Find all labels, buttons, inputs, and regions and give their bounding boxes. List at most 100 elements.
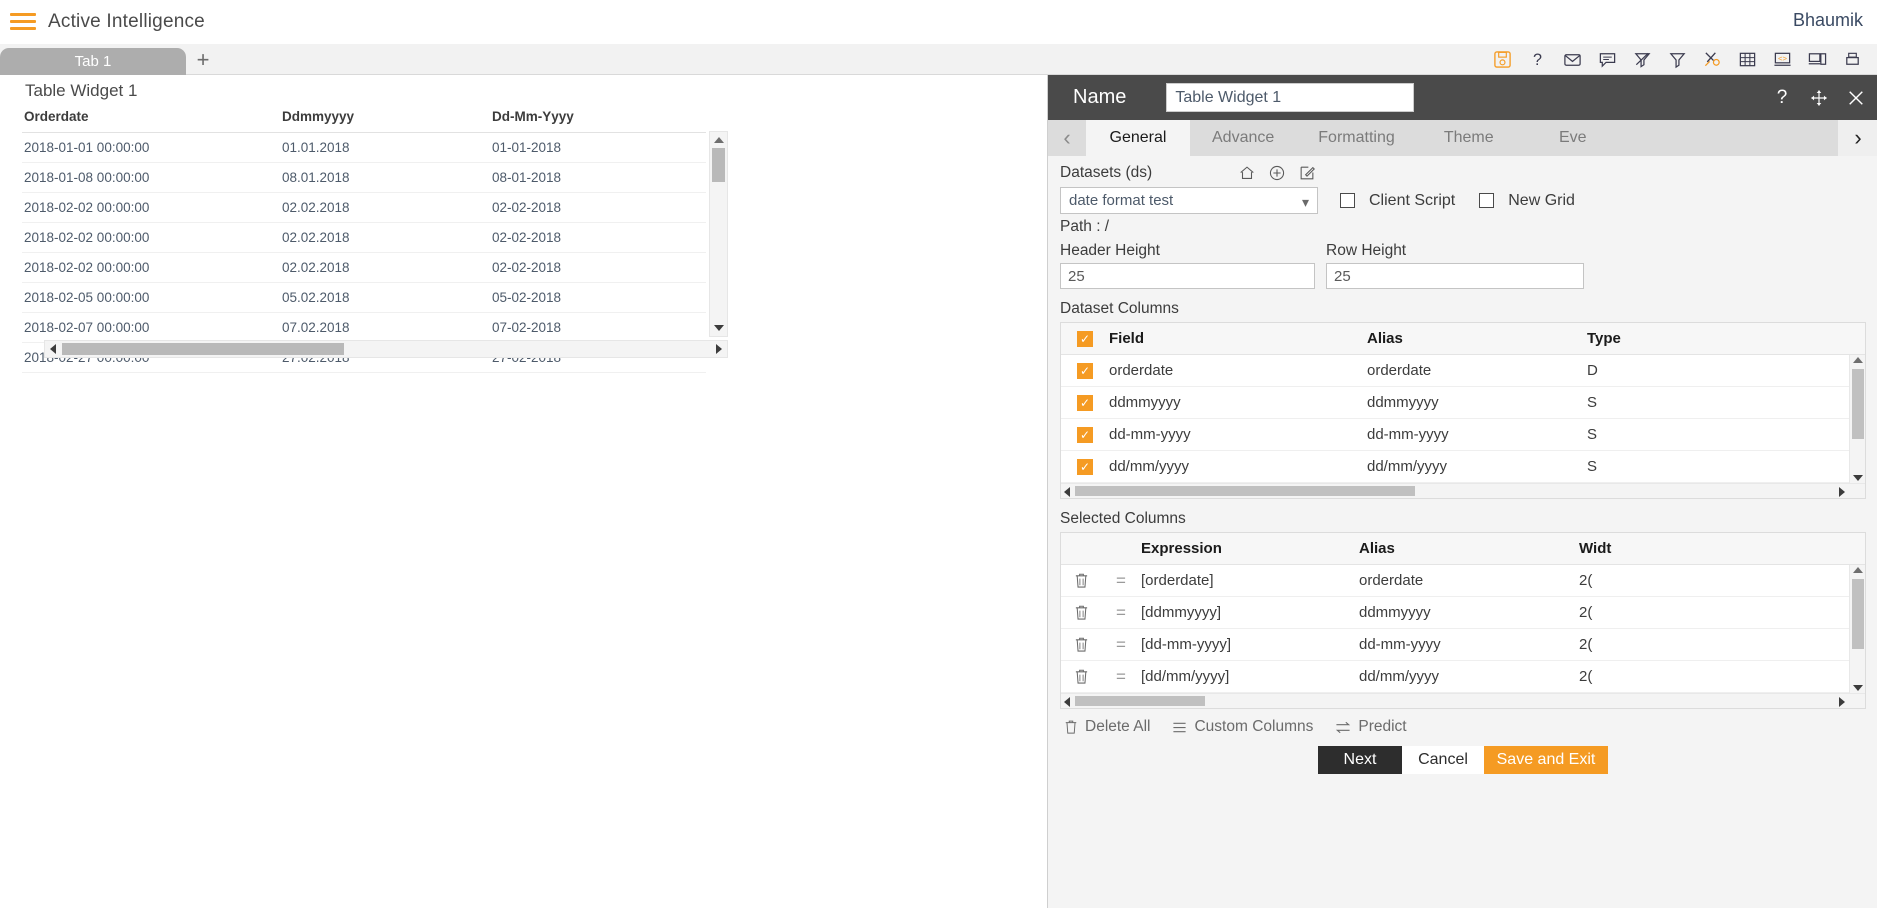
table-horizontal-scrollbar[interactable] xyxy=(44,340,728,358)
trash-icon[interactable] xyxy=(1061,636,1101,653)
help-icon[interactable]: ? xyxy=(1772,87,1792,108)
column-header-ddmmyyyy[interactable]: Ddmmyyyy xyxy=(282,103,492,133)
dataset-select[interactable]: date format test ▾ xyxy=(1060,187,1318,214)
tab-theme[interactable]: Theme xyxy=(1417,120,1521,156)
row-checkbox[interactable]: ✓ xyxy=(1061,362,1109,379)
selected-column-row[interactable]: = [dd/mm/yyyy] dd/mm/yyyy 2( xyxy=(1061,661,1865,693)
equals-icon[interactable]: = xyxy=(1101,667,1141,687)
scroll-up-icon[interactable] xyxy=(1853,357,1863,363)
mail-icon[interactable] xyxy=(1561,49,1583,71)
predict-button[interactable]: Predict xyxy=(1335,718,1407,736)
scroll-right-icon[interactable] xyxy=(1839,697,1845,707)
next-button[interactable]: Next xyxy=(1318,746,1402,774)
tab-advance[interactable]: Advance xyxy=(1190,120,1296,156)
save-and-exit-button[interactable]: Save and Exit xyxy=(1484,746,1608,774)
cell-alias: ddmmyyyy xyxy=(1367,394,1439,411)
close-icon[interactable] xyxy=(1846,88,1866,108)
dataset-path: Path : / xyxy=(1060,218,1110,235)
scroll-right-icon[interactable] xyxy=(712,341,726,357)
vertical-scroll-thumb[interactable] xyxy=(1852,369,1864,439)
chevron-left-icon[interactable]: ‹ xyxy=(1048,120,1086,156)
hamburger-icon[interactable] xyxy=(10,12,36,32)
dataset-grid-horizontal-scrollbar[interactable] xyxy=(1061,483,1865,498)
user-name[interactable]: Bhaumik xyxy=(1793,10,1863,31)
trash-icon[interactable] xyxy=(1061,668,1101,685)
dataset-column-row[interactable]: ✓ ddmmyyyy ddmmyyyy S xyxy=(1061,387,1865,419)
scroll-down-icon[interactable] xyxy=(1853,685,1863,691)
dataset-columns-label: Dataset Columns xyxy=(1060,300,1179,317)
column-header-orderdate[interactable]: Orderdate xyxy=(22,103,282,133)
trash-icon[interactable] xyxy=(1061,572,1101,589)
delete-all-button[interactable]: Delete All xyxy=(1064,718,1150,736)
comment-icon[interactable] xyxy=(1596,49,1618,71)
add-tab-button[interactable]: + xyxy=(186,44,220,75)
scroll-right-icon[interactable] xyxy=(1839,487,1845,497)
selected-columns-header-row: Expression Alias Widt xyxy=(1061,533,1865,565)
dataset-column-row[interactable]: ✓ orderdate orderdate D xyxy=(1061,355,1865,387)
edit-icon[interactable] xyxy=(1298,164,1316,182)
scroll-down-icon[interactable] xyxy=(1853,475,1863,481)
filter-icon[interactable] xyxy=(1666,49,1688,71)
horizontal-scroll-thumb[interactable] xyxy=(1075,696,1205,706)
selected-grid-horizontal-scrollbar[interactable] xyxy=(1061,693,1865,708)
vertical-scroll-thumb[interactable] xyxy=(712,148,725,182)
device-icon[interactable] xyxy=(1806,49,1828,71)
equals-icon[interactable]: = xyxy=(1101,571,1141,591)
header-height-input[interactable] xyxy=(1060,263,1315,289)
tools-icon[interactable] xyxy=(1701,49,1723,71)
app-title: Active Intelligence xyxy=(48,10,205,32)
save-icon[interactable] xyxy=(1491,49,1513,71)
scroll-left-icon[interactable] xyxy=(1064,487,1070,497)
custom-columns-button[interactable]: Custom Columns xyxy=(1172,718,1313,736)
workspace-tabs: Tab 1 + xyxy=(0,44,220,75)
tab-general[interactable]: General xyxy=(1086,120,1190,156)
equals-icon[interactable]: = xyxy=(1101,635,1141,655)
widget-title: Table Widget 1 xyxy=(25,81,138,100)
scroll-left-icon[interactable] xyxy=(1064,697,1070,707)
help-icon[interactable]: ? xyxy=(1526,49,1548,71)
row-checkbox[interactable]: ✓ xyxy=(1061,394,1109,411)
scroll-left-icon[interactable] xyxy=(46,341,60,357)
scroll-up-icon[interactable] xyxy=(710,133,727,147)
scroll-up-icon[interactable] xyxy=(1853,567,1863,573)
equals-icon[interactable]: = xyxy=(1101,603,1141,623)
widget-name-input[interactable] xyxy=(1166,83,1415,112)
print-icon[interactable] xyxy=(1841,49,1863,71)
horizontal-scroll-thumb[interactable] xyxy=(1075,486,1415,496)
row-checkbox[interactable]: ✓ xyxy=(1061,458,1109,475)
svg-text:<>: <> xyxy=(1777,56,1787,64)
move-icon[interactable] xyxy=(1809,88,1829,108)
row-height-input[interactable] xyxy=(1326,263,1584,289)
table-icon[interactable] xyxy=(1736,49,1758,71)
row-checkbox[interactable]: ✓ xyxy=(1061,426,1109,443)
trash-icon[interactable] xyxy=(1061,604,1101,621)
table-header-row: Orderdate Ddmmyyyy Dd-Mm-Yyyy xyxy=(22,103,706,133)
tab-formatting[interactable]: Formatting xyxy=(1296,120,1416,156)
dataset-column-row[interactable]: ✓ dd-mm-yyyy dd-mm-yyyy S xyxy=(1061,419,1865,451)
horizontal-scroll-thumb[interactable] xyxy=(62,343,344,355)
add-circle-icon[interactable] xyxy=(1268,164,1286,182)
column-header-ddmmyyyy-dashed[interactable]: Dd-Mm-Yyyy xyxy=(492,103,706,133)
dataset-grid-vertical-scrollbar[interactable] xyxy=(1849,355,1865,483)
chevron-right-icon[interactable]: › xyxy=(1838,120,1877,156)
home-icon[interactable] xyxy=(1238,164,1256,182)
new-grid-checkbox[interactable] xyxy=(1479,193,1495,208)
select-all-checkbox[interactable]: ✓ xyxy=(1061,330,1109,347)
dataset-column-row[interactable]: ✓ dd/mm/yyyy dd/mm/yyyy S xyxy=(1061,451,1865,483)
header-field: Field xyxy=(1109,330,1145,347)
tab-events[interactable]: Eve xyxy=(1521,120,1625,156)
selected-column-row[interactable]: = [ddmmyyyy] ddmmyyyy 2( xyxy=(1061,597,1865,629)
selected-column-row[interactable]: = [dd-mm-yyyy] dd-mm-yyyy 2( xyxy=(1061,629,1865,661)
selected-column-row[interactable]: = [orderdate] orderdate 2( xyxy=(1061,565,1865,597)
scroll-down-icon[interactable] xyxy=(710,321,727,335)
selected-grid-vertical-scrollbar[interactable] xyxy=(1849,565,1865,693)
vertical-scroll-thumb[interactable] xyxy=(1852,579,1864,649)
workspace-tab-1[interactable]: Tab 1 xyxy=(0,48,186,75)
table-widget: Orderdate Ddmmyyyy Dd-Mm-Yyyy 2018-01-01… xyxy=(22,103,728,373)
clear-filter-icon[interactable] xyxy=(1631,49,1653,71)
code-icon[interactable]: <> xyxy=(1771,49,1793,71)
cancel-button[interactable]: Cancel xyxy=(1402,746,1484,774)
client-script-checkbox[interactable] xyxy=(1340,193,1355,208)
cell-type: S xyxy=(1587,458,1598,475)
table-vertical-scrollbar[interactable] xyxy=(709,131,728,337)
